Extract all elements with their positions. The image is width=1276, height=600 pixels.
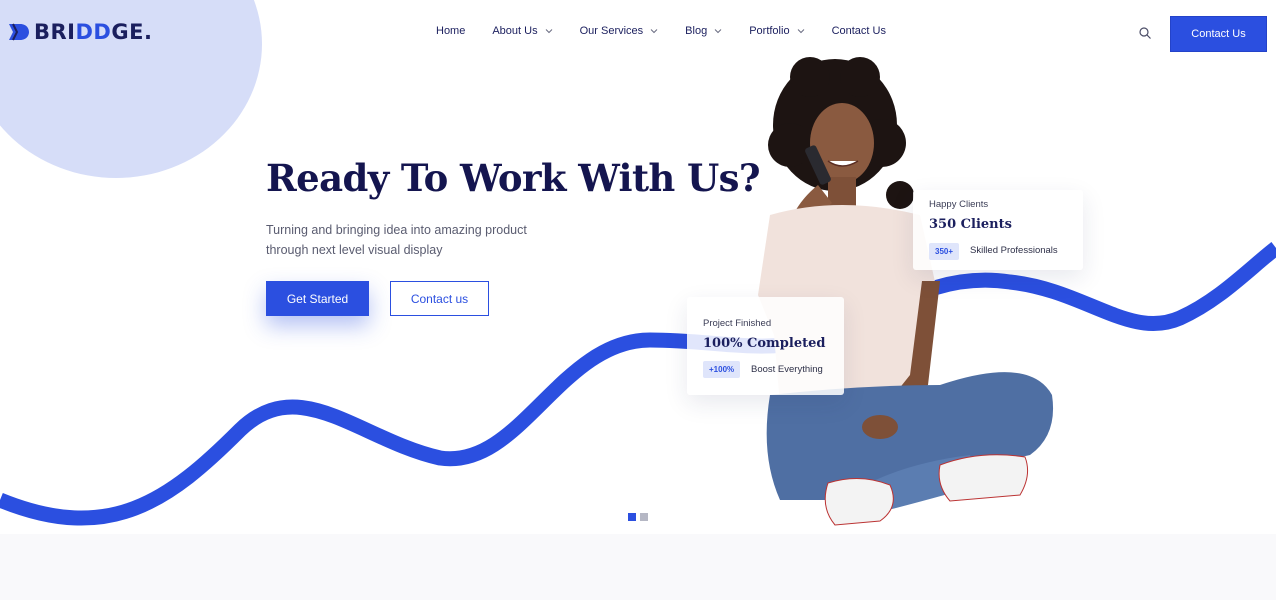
logo[interactable]: BRIDDGE.: [8, 20, 152, 44]
card-kicker: Project Finished: [703, 318, 772, 329]
logo-mark-icon: [9, 23, 29, 41]
card-headline: 100% Completed: [703, 336, 826, 351]
get-started-button[interactable]: Get Started: [266, 281, 369, 316]
card-kicker: Happy Clients: [929, 199, 989, 210]
hero-subtitle: Turning and bringing idea into amazing p…: [266, 223, 527, 257]
nav-item-label: Our Services: [579, 25, 644, 37]
slider-dot-2[interactable]: [640, 513, 648, 521]
nav-item-home[interactable]: Home: [436, 25, 465, 37]
nav-item-label: Home: [436, 25, 466, 37]
contact-us-button[interactable]: Contact us: [390, 281, 489, 316]
chevron-down-icon: [797, 29, 804, 34]
nav-item-blog[interactable]: Blog: [685, 25, 722, 37]
card-note: Boost Everything: [751, 364, 823, 375]
main-nav: Home About Us Our Services Blog Portfoli…: [436, 25, 913, 37]
card-note: Skilled Professionals: [970, 245, 1058, 256]
hero-section: BRIDDGE. Home About Us Our Services Blog…: [0, 0, 1276, 534]
nav-item-label: Contact Us: [831, 25, 886, 37]
decorative-wave: [0, 242, 1276, 526]
hero-person-image: [758, 57, 1054, 526]
nav-item-portfolio[interactable]: Portfolio: [749, 25, 804, 37]
nav-item-label: About Us: [492, 25, 538, 37]
chevron-down-icon: [714, 29, 722, 34]
slider-dot-1[interactable]: [628, 513, 636, 521]
chevron-down-icon: [545, 29, 552, 34]
hero-title: Ready To Work With Us?: [266, 156, 761, 200]
slider-dots: [628, 513, 648, 521]
project-finished-card: Project Finished 100% Completed +100% Bo…: [687, 297, 844, 395]
card-headline: 350 Clients: [929, 217, 1012, 232]
logo-text: BRIDDGE.: [34, 20, 153, 44]
header-contact-button[interactable]: Contact Us: [1170, 16, 1267, 52]
card-badge: 350+: [929, 243, 960, 260]
nav-item-about-us[interactable]: About Us: [492, 25, 552, 37]
card-badge: +100%: [703, 361, 741, 378]
next-section: [0, 534, 1276, 600]
chevron-down-icon: [650, 29, 658, 34]
happy-clients-card: Happy Clients 350 Clients 350+ Skilled P…: [913, 190, 1083, 270]
nav-item-our-services[interactable]: Our Services: [580, 25, 659, 37]
nav-item-contact-us[interactable]: Contact Us: [832, 25, 886, 37]
nav-item-label: Portfolio: [749, 25, 790, 37]
nav-item-label: Blog: [685, 25, 708, 37]
search-icon[interactable]: [1138, 26, 1152, 40]
